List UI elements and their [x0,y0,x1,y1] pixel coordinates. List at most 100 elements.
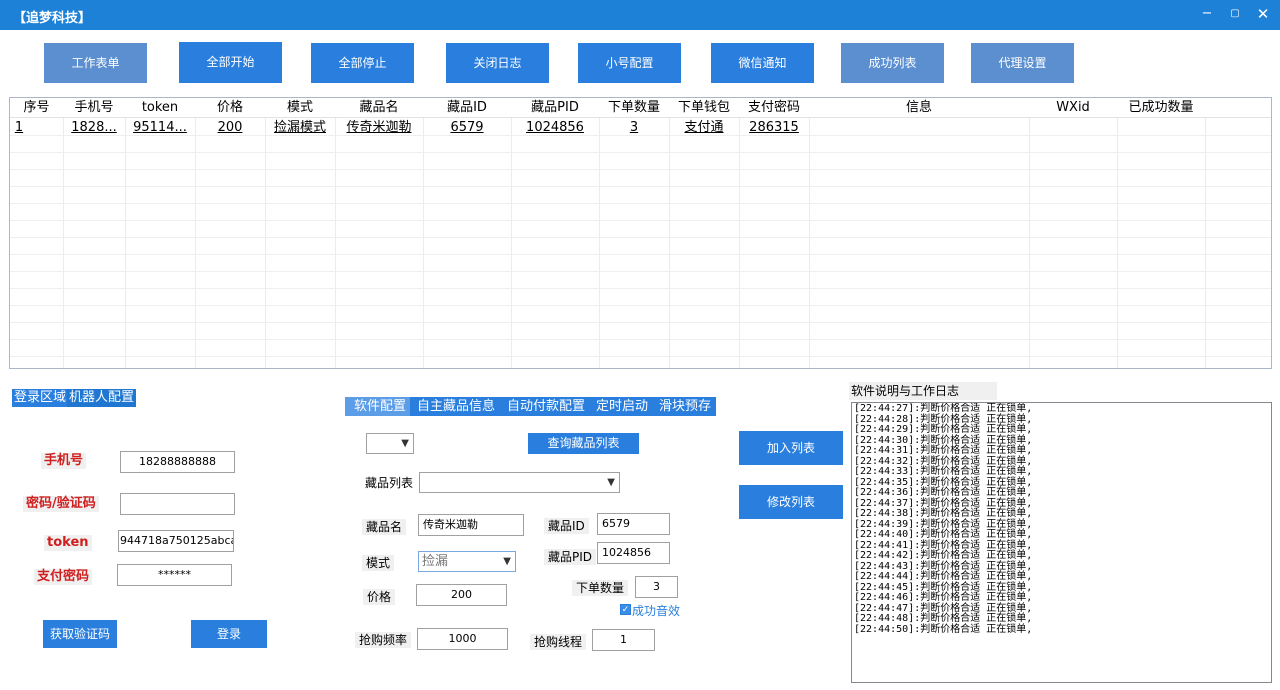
col-pid[interactable]: 藏品PID [511,98,599,118]
get-code-button[interactable]: 获取验证码 [43,620,117,648]
col-index[interactable]: 序号 [10,98,63,118]
table-row-empty [10,323,1271,340]
thread-label: 抢购线程 [530,634,587,650]
task-table[interactable]: 序号 手机号 token 价格 模式 藏品名 藏品ID 藏品PID 下单数量 下… [9,97,1272,369]
cell-name: 传奇米迦勒 [346,120,412,135]
thread-input[interactable]: 1 [592,629,655,651]
window-title: 【追梦科技】 [13,11,92,26]
mode-label: 模式 [362,555,395,571]
cell-price: 200 [217,120,243,135]
col-success-count[interactable]: 已成功数量 [1117,98,1205,118]
col-mode[interactable]: 模式 [265,98,335,118]
col-info[interactable]: 信息 [809,98,1029,118]
table-row-empty [10,153,1271,170]
qty-input[interactable]: 3 [635,576,678,598]
col-id[interactable]: 藏品ID [423,98,511,118]
pid-input[interactable]: 1024856 [597,542,670,564]
password-label: 密码/验证码 [23,496,99,512]
cell-token: 95114... [133,120,187,135]
table-row[interactable]: 1 1828... 95114... 200 捡漏模式 传奇米迦勒 6579 1… [10,119,1271,136]
close-icon[interactable]: ✕ [1252,4,1274,24]
log-line: [22:44:38]:判断价格合适 正在锁单, [854,508,1033,519]
paypwd-input[interactable]: ****** [117,564,232,586]
start-all-button[interactable]: 全部开始 [179,42,282,83]
col-phone[interactable]: 手机号 [63,98,125,118]
tab-scheduled-start[interactable]: 定时启动 [596,397,648,416]
table-row-empty [10,221,1271,238]
cell-index: 1 [14,120,24,135]
table-row-empty [10,136,1271,153]
log-line: [22:44:44]:判断价格合适 正在锁单, [854,571,1033,582]
token-label: token [44,535,92,551]
name-label: 藏品名 [362,519,407,535]
success-list-button[interactable]: 成功列表 [841,43,944,83]
close-log-button[interactable]: 关闭日志 [446,43,549,83]
log-line: [22:44:48]:判断价格合适 正在锁单, [854,613,1033,624]
cell-phone: 1828... [71,120,117,135]
tab-collection-info[interactable]: 自主藏品信息 [417,397,495,416]
edit-list-button[interactable]: 修改列表 [739,485,843,519]
tab-slider-prestore[interactable]: 滑块预存 [659,397,711,416]
cell-id: 6579 [450,120,484,135]
maximize-icon[interactable]: ▢ [1224,4,1246,24]
config-tabs: 软件配置 自主藏品信息 自动付款配置 定时启动 滑块预存 [345,397,716,416]
cell-paypwd: 286315 [749,120,799,135]
table-row-empty [10,306,1271,323]
paypwd-label: 支付密码 [34,569,93,585]
log-line: [22:44:33]:判断价格合适 正在锁单, [854,466,1033,477]
token-input[interactable]: 944718a750125abca9134 [118,530,234,552]
log-line: [22:44:40]:判断价格合适 正在锁单, [854,529,1033,540]
work-sheet-button[interactable]: 工作表单 [44,43,147,83]
col-wxid[interactable]: WXid [1029,98,1117,118]
log-line: [22:44:50]:判断价格合适 正在锁单, [854,623,1033,635]
collection-list-label: 藏品列表 [365,476,414,490]
minimize-icon[interactable]: − [1196,4,1218,24]
qty-label: 下单数量 [572,580,629,596]
col-token[interactable]: token [125,98,195,118]
tab-software-config[interactable]: 软件配置 [345,397,410,416]
tab-login-area[interactable]: 登录区域 [12,389,69,407]
price-input[interactable]: 200 [416,584,507,606]
password-input[interactable] [120,493,235,515]
small-dropdown[interactable]: ▼ [366,433,414,454]
col-wallet[interactable]: 下单钱包 [669,98,739,118]
name-input[interactable]: 传奇米迦勒 [418,514,524,536]
query-collection-button[interactable]: 查询藏品列表 [528,433,639,454]
price-label: 价格 [363,589,396,605]
collection-list-dropdown[interactable]: ▼ [419,472,620,493]
col-paypwd[interactable]: 支付密码 [739,98,809,118]
add-to-list-button[interactable]: 加入列表 [739,431,843,465]
freq-label: 抢购频率 [355,632,412,648]
success-sound-label[interactable]: 成功音效 [630,603,680,619]
table-row-empty [10,289,1271,306]
col-qty[interactable]: 下单数量 [599,98,669,118]
cell-wallet: 支付通 [684,120,724,135]
cell-mode: 捡漏模式 [273,120,326,135]
stop-all-button[interactable]: 全部停止 [311,43,414,83]
login-button[interactable]: 登录 [191,620,267,648]
sub-account-button[interactable]: 小号配置 [578,43,681,83]
proxy-settings-button[interactable]: 代理设置 [971,43,1074,83]
log-title: 软件说明与工作日志 [849,382,997,400]
freq-input[interactable]: 1000 [417,628,508,650]
log-textarea[interactable]: [22:44:27]:判断价格合适 正在锁单, [22:44:28]:判断价格合… [851,402,1272,683]
mode-dropdown[interactable]: 捡漏 ▼ [418,551,516,572]
tab-robot-config[interactable]: 机器人配置 [67,389,137,407]
id-input[interactable]: 6579 [597,513,670,535]
table-row-empty [10,170,1271,187]
chevron-down-icon: ▼ [503,556,511,567]
mode-value: 捡漏 [422,554,449,569]
wechat-notify-button[interactable]: 微信通知 [711,43,814,83]
table-row-empty [10,187,1271,204]
chevron-down-icon: ▼ [401,438,409,449]
col-price[interactable]: 价格 [195,98,265,118]
log-line: [22:44:42]:判断价格合适 正在锁单, [854,550,1033,561]
col-name[interactable]: 藏品名 [335,98,423,118]
log-line: [22:44:31]:判断价格合适 正在锁单, [854,445,1033,456]
table-row-empty [10,272,1271,289]
phone-input[interactable]: 18288888888 [120,451,235,473]
chevron-down-icon: ▼ [607,477,615,488]
tab-auto-pay[interactable]: 自动付款配置 [507,397,585,416]
log-line: [22:44:29]:判断价格合适 正在锁单, [854,424,1033,435]
cell-pid: 1024856 [526,120,584,135]
